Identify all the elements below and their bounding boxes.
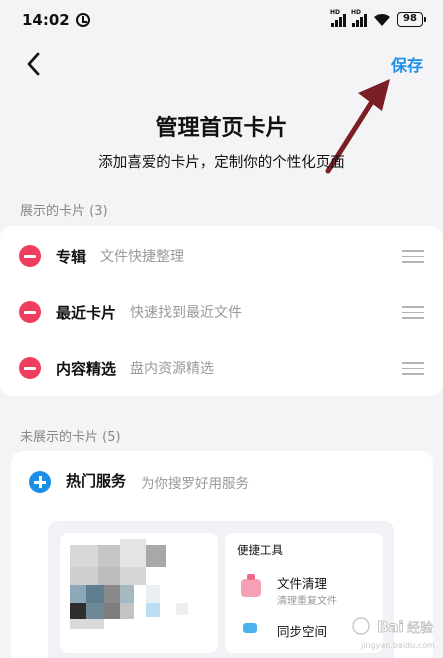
list-item: 专辑 文件快捷整理 (0, 228, 443, 284)
list-item: 内容精选 盘内资源精选 (0, 340, 443, 396)
card-preview: 便捷工具 文件清理 清理重复文件 同步空间 (48, 521, 394, 658)
battery-icon: 98 (397, 12, 426, 27)
shown-section-title: 展示的卡片 (3) (20, 204, 108, 219)
svg-text:经验: 经验 (407, 620, 433, 636)
remove-card-button[interactable] (19, 301, 41, 323)
status-icons: HD HD 98 (330, 9, 426, 27)
alarm-icon (75, 13, 90, 27)
shown-card-list: 专辑 文件快捷整理 最近卡片 快速找到最近文件 内容精选 盘内资源精选 (0, 226, 443, 396)
card-desc: 为你搜罗好用服务 (141, 476, 249, 492)
save-button[interactable]: 保存 (391, 52, 423, 76)
page-title: 管理首页卡片 (155, 116, 288, 141)
sync-space-icon (243, 623, 257, 633)
card-desc: 文件快捷整理 (100, 249, 185, 265)
status-bar: 14:02 HD HD 98 (0, 0, 443, 40)
signal-icon: HD (351, 9, 367, 27)
drag-handle-icon[interactable] (402, 306, 424, 319)
baidu-watermark-logo: Bai 经验 jingyan.baidu.com (352, 617, 435, 650)
page-subtitle: 添加喜爱的卡片，定制你的个性化页面 (98, 155, 345, 171)
card-desc: 盘内资源精选 (130, 361, 215, 377)
remove-card-button[interactable] (19, 245, 41, 267)
signal-icon: HD (330, 9, 346, 27)
signal-label: HD (351, 8, 362, 16)
tool-name: 文件清理 (277, 576, 328, 591)
svg-text:jingyan.baidu.com: jingyan.baidu.com (360, 641, 435, 650)
hidden-section-title: 未展示的卡片 (5) (20, 430, 121, 445)
card-desc: 快速找到最近文件 (130, 305, 243, 321)
back-button[interactable] (18, 48, 50, 80)
status-time: 14:02 (22, 11, 70, 29)
card-name: 专辑 (56, 247, 87, 266)
card-name: 最近卡片 (56, 303, 117, 322)
remove-card-button[interactable] (19, 357, 41, 379)
card-name: 热门服务 (66, 472, 127, 490)
tools-title: 便捷工具 (237, 543, 283, 557)
tool-desc: 清理重复文件 (277, 596, 337, 607)
wifi-icon (374, 13, 390, 26)
blurred-preview-image (60, 533, 218, 653)
drag-handle-icon[interactable] (402, 362, 424, 375)
signal-label: HD (330, 8, 341, 16)
card-name: 内容精选 (56, 359, 117, 378)
chevron-left-icon (27, 52, 40, 76)
add-card-button[interactable] (29, 471, 51, 493)
drag-handle-icon[interactable] (402, 250, 424, 263)
tool-name: 同步空间 (277, 624, 328, 639)
svg-text:Bai: Bai (377, 618, 404, 636)
file-clean-icon (241, 574, 261, 597)
list-item: 最近卡片 快速找到最近文件 (0, 284, 443, 340)
